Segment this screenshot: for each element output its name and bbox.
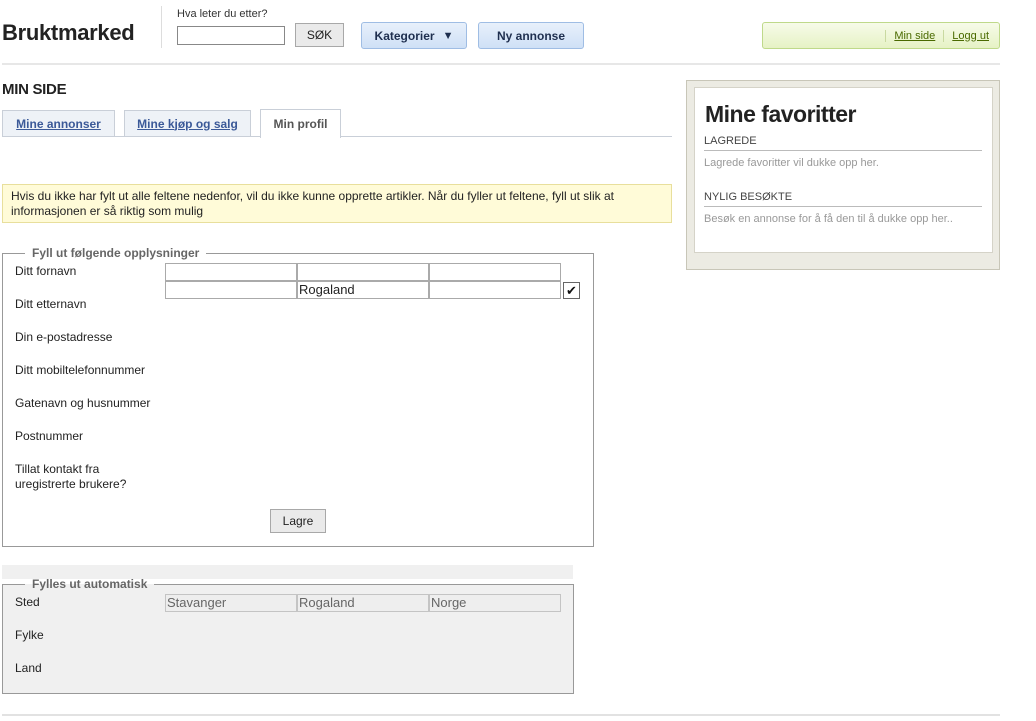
input-cell[interactable] (297, 263, 429, 281)
search-input[interactable] (177, 26, 285, 45)
input-cell[interactable] (165, 281, 297, 299)
saved-rule (704, 150, 982, 151)
new-ad-button[interactable]: Ny annonse (478, 22, 584, 49)
recent-text: Besøk en annonse for å få den til å dukk… (704, 213, 953, 225)
label-mobile: Ditt mobiltelefonnummer (15, 363, 146, 377)
categories-button[interactable]: Kategorier ▼ (361, 22, 467, 49)
tab-my-ads[interactable]: Mine annonser (2, 110, 115, 136)
page-title: MIN SIDE (2, 81, 67, 98)
label-street: Gatenavn og husnummer (15, 396, 151, 410)
label-email: Din e-postadresse (15, 330, 113, 344)
saved-text: Lagrede favoritter vil dukke opp her. (704, 157, 879, 169)
label-country: Land (15, 661, 42, 675)
recent-heading: NYLIG BESØKTE (704, 191, 793, 203)
user-menu: Min side Logg ut (762, 22, 1000, 49)
recent-rule (704, 206, 982, 207)
footer-divider (2, 714, 1000, 716)
label-last-name: Ditt etternavn (15, 297, 87, 311)
categories-label: Kategorier (374, 28, 435, 43)
favorites-title: Mine favoritter (705, 101, 856, 127)
input-cell[interactable] (165, 263, 297, 281)
auto-fieldset-legend: Fylles ut automatisk (32, 577, 148, 591)
input-cell[interactable] (429, 263, 561, 281)
input-cell-county[interactable]: Rogaland (297, 281, 429, 299)
logout-link[interactable]: Logg ut (943, 29, 989, 42)
readonly-county: Rogaland (297, 594, 429, 612)
save-button[interactable]: Lagre (270, 509, 326, 533)
dropdown-triangle-icon: ▼ (442, 29, 454, 42)
search-label: Hva leter du etter? (177, 8, 268, 20)
site-logo[interactable]: Bruktmarked (2, 20, 135, 46)
checkmark-icon: ✔ (566, 283, 577, 298)
input-cell[interactable] (429, 281, 561, 299)
allow-contact-checkbox[interactable]: ✔ (563, 282, 580, 299)
readonly-country: Norge (429, 594, 561, 612)
header-divider-line (2, 63, 1000, 65)
search-button[interactable]: SØK (295, 23, 344, 47)
info-notice: Hvis du ikke har fylt ut alle feltene ne… (2, 184, 672, 223)
tab-my-profile[interactable]: Min profil (260, 109, 341, 138)
label-allow-contact: Tillat kontakt fra uregistrerte brukere? (15, 462, 127, 491)
header-divider (161, 6, 162, 48)
my-page-link[interactable]: Min side (885, 29, 943, 42)
label-county: Fylke (15, 628, 44, 642)
profile-fieldset-legend: Fyll ut følgende opplysninger (32, 246, 200, 260)
label-place: Sted (15, 595, 40, 609)
label-postal-code: Postnummer (15, 429, 84, 443)
label-first-name: Ditt fornavn (15, 264, 77, 278)
saved-heading: LAGREDE (704, 135, 757, 147)
tab-my-purchases-and-sales[interactable]: Mine kjøp og salg (124, 110, 251, 136)
readonly-place: Stavanger (165, 594, 297, 612)
